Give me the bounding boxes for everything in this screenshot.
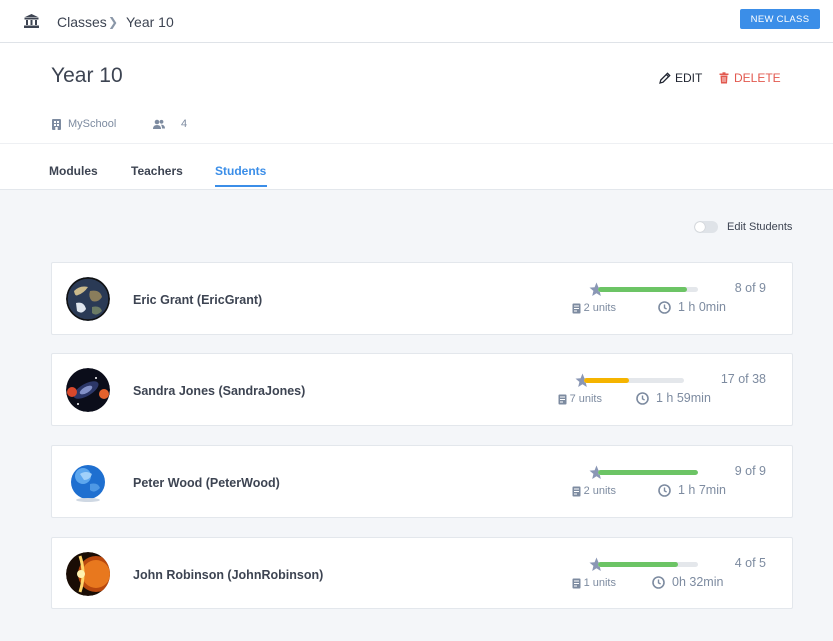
earth-avatar-icon (66, 277, 110, 321)
time-spent: 1 h 0min (678, 300, 726, 314)
edit-label: EDIT (675, 71, 703, 85)
users-icon (153, 119, 165, 129)
trash-icon (719, 72, 729, 84)
progress-count: 17 of 38 (720, 372, 766, 386)
galaxy-avatar-icon (66, 368, 110, 412)
student-name[interactable]: John Robinson (JohnRobinson) (133, 568, 323, 582)
units-info: 1 units (572, 577, 616, 589)
progress-bar-fill (598, 287, 687, 292)
student-count: 4 (181, 118, 188, 130)
student-stats: 9 of 9 2 units 1 h 7min (506, 464, 766, 504)
avatar (66, 552, 110, 596)
time-info: 1 h 0min (658, 300, 766, 316)
delete-button[interactable]: DELETE (718, 71, 781, 85)
time-spent: 1 h 7min (678, 483, 726, 497)
progress-bar (598, 287, 698, 292)
school-name: MySchool (68, 118, 117, 130)
progress-bar-fill (598, 470, 698, 475)
units-count: 1 units (583, 577, 616, 589)
avatar (66, 277, 110, 321)
progress-count: 9 of 9 (734, 464, 766, 478)
delete-label: DELETE (734, 71, 781, 85)
breadcrumb-classes[interactable]: Classes (57, 14, 107, 30)
student-stats: 17 of 38 7 units 1 h 59min (506, 372, 766, 412)
document-icon (572, 578, 581, 588)
units-count: 7 units (569, 393, 602, 405)
progress-bar-fill (598, 562, 678, 567)
breadcrumb-current: Year 10 (126, 14, 174, 30)
header-divider (0, 143, 833, 144)
time-info: 0h 32min (652, 575, 766, 591)
time-info: 1 h 7min (658, 483, 766, 499)
units-info: 7 units (558, 393, 602, 405)
toggle-switch[interactable] (694, 221, 718, 233)
progress-bar (598, 470, 698, 475)
school-meta: MySchool (51, 118, 116, 130)
institution-icon[interactable] (24, 14, 39, 28)
progress-count: 8 of 9 (734, 281, 766, 295)
breadcrumb-chevron-icon: ❯ (108, 15, 119, 29)
clock-icon (658, 301, 671, 314)
time-spent: 1 h 59min (656, 391, 711, 405)
units-info: 2 units (572, 302, 616, 314)
clock-icon (636, 392, 649, 405)
tab-students[interactable]: Students (215, 164, 266, 178)
new-class-button[interactable]: NEW CLASS (740, 9, 820, 29)
edit-students-toggle[interactable]: Edit Students (694, 221, 792, 233)
progress-bar (598, 562, 698, 567)
tab-teachers[interactable]: Teachers (131, 164, 183, 178)
document-icon (572, 303, 581, 313)
class-header: Year 10 EDIT DELETE MySchool 4 Modules T… (0, 43, 833, 190)
edit-button[interactable]: EDIT (659, 71, 702, 85)
units-count: 2 units (583, 485, 616, 497)
clock-icon (658, 484, 671, 497)
progress-count: 4 of 5 (734, 556, 766, 570)
avatar (66, 460, 110, 504)
avatar (66, 368, 110, 412)
progress-bar (584, 378, 684, 383)
tab-modules[interactable]: Modules (49, 164, 98, 178)
toggle-knob (695, 222, 705, 232)
progress-bar-fill (584, 378, 629, 383)
pencil-icon (659, 72, 671, 84)
student-card[interactable]: Sandra Jones (SandraJones) 17 of 38 7 un… (51, 353, 793, 426)
student-count-meta: 4 (153, 118, 187, 130)
student-name[interactable]: Peter Wood (PeterWood) (133, 476, 280, 490)
time-info: 1 h 59min (636, 391, 766, 407)
units-count: 2 units (583, 302, 616, 314)
time-spent: 0h 32min (672, 575, 724, 589)
clock-icon (652, 576, 665, 589)
document-icon (572, 486, 581, 496)
student-name[interactable]: Eric Grant (EricGrant) (133, 293, 262, 307)
student-card[interactable]: Peter Wood (PeterWood) 9 of 9 2 units 1 … (51, 445, 793, 518)
top-bar: Classes ❯ Year 10 NEW CLASS (0, 0, 833, 43)
edit-students-label: Edit Students (727, 221, 793, 233)
student-name[interactable]: Sandra Jones (SandraJones) (133, 384, 305, 398)
units-info: 2 units (572, 485, 616, 497)
school-building-icon (52, 119, 61, 130)
document-icon (558, 394, 567, 404)
student-stats: 8 of 9 2 units 1 h 0min (506, 281, 766, 321)
student-stats: 4 of 5 1 units 0h 32min (506, 556, 766, 596)
active-tab-indicator (215, 185, 267, 187)
blue-globe-avatar-icon (66, 460, 110, 504)
page-title: Year 10 (51, 64, 123, 87)
sun-avatar-icon (66, 552, 110, 596)
student-card[interactable]: John Robinson (JohnRobinson) 4 of 5 1 un… (51, 537, 793, 609)
student-card[interactable]: Eric Grant (EricGrant) 8 of 9 2 units 1 … (51, 262, 793, 335)
